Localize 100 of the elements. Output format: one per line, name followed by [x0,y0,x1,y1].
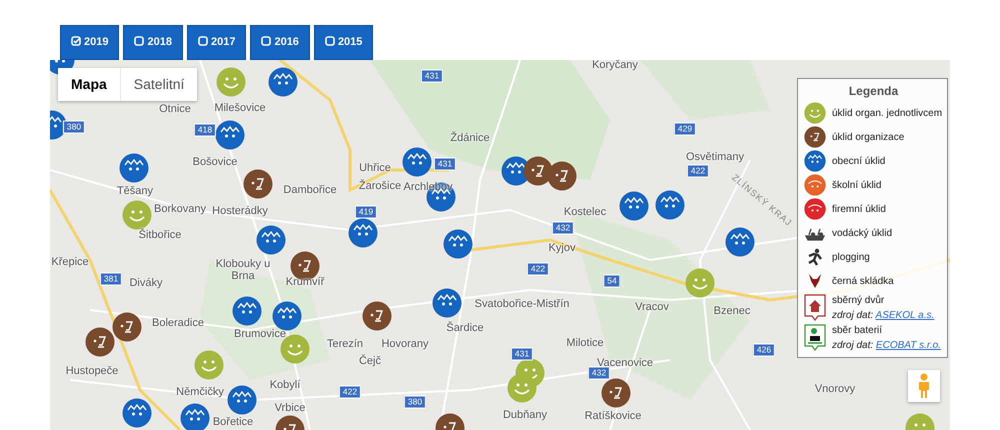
year-filter-button[interactable]: 2015 [314,25,374,60]
checked-checkbox-icon [71,36,81,46]
checkbox-icon [324,36,335,46]
smiley-marker-icon[interactable] [122,200,152,230]
legend-label: sběr baterií [832,324,884,338]
smiley-marker-icon[interactable] [194,350,224,380]
place-label: Klobouky u Brna [214,258,272,282]
place-label: Šitbořice [138,229,182,241]
legend-label: obecní úklid [832,154,886,168]
face-marker-icon[interactable] [725,227,755,257]
smiley-marker-icon[interactable] [216,67,246,97]
face-marker-icon[interactable] [655,190,685,220]
place-label: Šardice [446,322,484,334]
road-number-sign: 380 [404,396,426,408]
face-marker-icon[interactable] [432,288,462,318]
map-type-tab[interactable]: Satelitní [120,68,198,101]
legend-label: úklid organ. jednotlivcem [832,106,942,120]
face-marker-icon[interactable] [256,225,286,255]
legend-label: vodácký úklid [832,226,892,240]
face-marker-icon[interactable] [232,296,262,326]
place-label: Dambořice [283,184,337,196]
smiley-marker-icon[interactable] [685,268,715,298]
place-label: Kobylí [270,379,300,391]
place-label: Křepice [51,256,89,268]
house-sign-icon [804,294,826,322]
face-marker-icon[interactable] [443,229,473,259]
place-label: Bzenec [714,305,750,317]
checkbox-icon [261,36,272,46]
battery-sign-icon [804,324,826,352]
place-label: Těšany [116,185,154,197]
place-label: Žarošice [358,180,402,192]
face-marker-icon[interactable] [85,327,115,357]
road-number-sign: 422 [338,386,362,398]
road-number-sign: 419 [354,206,378,218]
face-marker-icon[interactable] [122,398,152,428]
face-marker-icon[interactable] [215,120,245,150]
place-label: Brumovice [234,328,286,340]
place-label: Hosterádky [212,205,268,217]
place-label: Vnorovy [814,383,856,395]
year-filter-button[interactable]: 2016 [250,25,310,60]
face-marker-icon[interactable] [112,312,142,342]
face-marker-icon[interactable] [268,67,298,97]
face-marker-icon[interactable] [180,403,210,430]
place-label: Dubňany [502,409,548,421]
place-label: Vracov [635,301,669,313]
face-icon [804,126,826,148]
road-number-sign: 431 [434,158,456,170]
face-marker-icon[interactable] [362,301,392,331]
place-label: Boleradice [152,317,204,329]
place-label: Krumvíř [286,276,324,288]
face-icon [804,150,826,172]
road-number-sign: 432 [588,366,610,380]
place-label: Bořetice [212,416,254,428]
place-label: Čejč [359,355,381,367]
road-number-sign: 381 [100,272,122,286]
road-number-sign: 380 [62,120,86,134]
face-marker-icon[interactable] [348,218,378,248]
legend-label: úklid organizace [832,130,904,144]
face-marker-icon[interactable] [402,147,432,177]
road-number-sign: 432 [552,222,574,234]
place-label: Uhřice [359,162,391,174]
checkbox-icon [198,36,208,46]
checkbox-icon [134,36,144,46]
place-label: Kyjov [548,242,576,254]
year-filter-button[interactable]: 2019 [60,25,120,60]
place-label: Diváky [130,277,162,289]
legend-label: černá skládka [832,274,894,288]
source-link[interactable]: ASEKOL a.s. [876,310,934,321]
place-label: Kostelec [564,206,606,218]
face-marker-icon[interactable] [227,385,257,415]
face-marker-icon[interactable] [601,378,631,408]
source-link[interactable]: ECOBAT s.r.o. [876,340,941,351]
year-filter-button[interactable]: 2017 [186,25,246,60]
legend-label: sběrný dvůr [832,294,886,308]
source-label: zdroj dat: [832,310,874,321]
face-marker-icon[interactable] [272,301,302,331]
place-label: Svatobořice-Mistřín [474,298,570,310]
map-type-tab[interactable]: Mapa [58,68,120,101]
legend-label: školní úklid [832,178,882,192]
face-marker-icon[interactable] [119,153,149,183]
person-icon [917,373,931,399]
road-number-sign: 418 [194,124,216,136]
place-label: Němčičky [176,386,224,398]
face-marker-icon[interactable] [619,191,649,221]
face-marker-icon[interactable] [547,161,577,191]
place-label: Ratíškovice [584,410,642,422]
road-number-sign: 431 [510,348,534,360]
place-label: Borkovany [154,203,206,215]
smiley-marker-icon[interactable] [507,373,537,403]
source-label: zdroj dat: [832,340,874,351]
year-filter-button[interactable]: 2018 [123,25,183,60]
legend-label: plogging [832,250,870,264]
road-number-sign: 431 [420,70,444,82]
face-marker-icon[interactable] [243,169,273,199]
place-label: Milotice [566,337,604,349]
road-number-sign: 429 [674,122,696,136]
place-label: Koryčany [592,60,638,71]
place-label: Osvětimany [686,151,744,163]
place-label: Milešovice [214,102,266,114]
road-number-sign: 422 [526,262,550,276]
